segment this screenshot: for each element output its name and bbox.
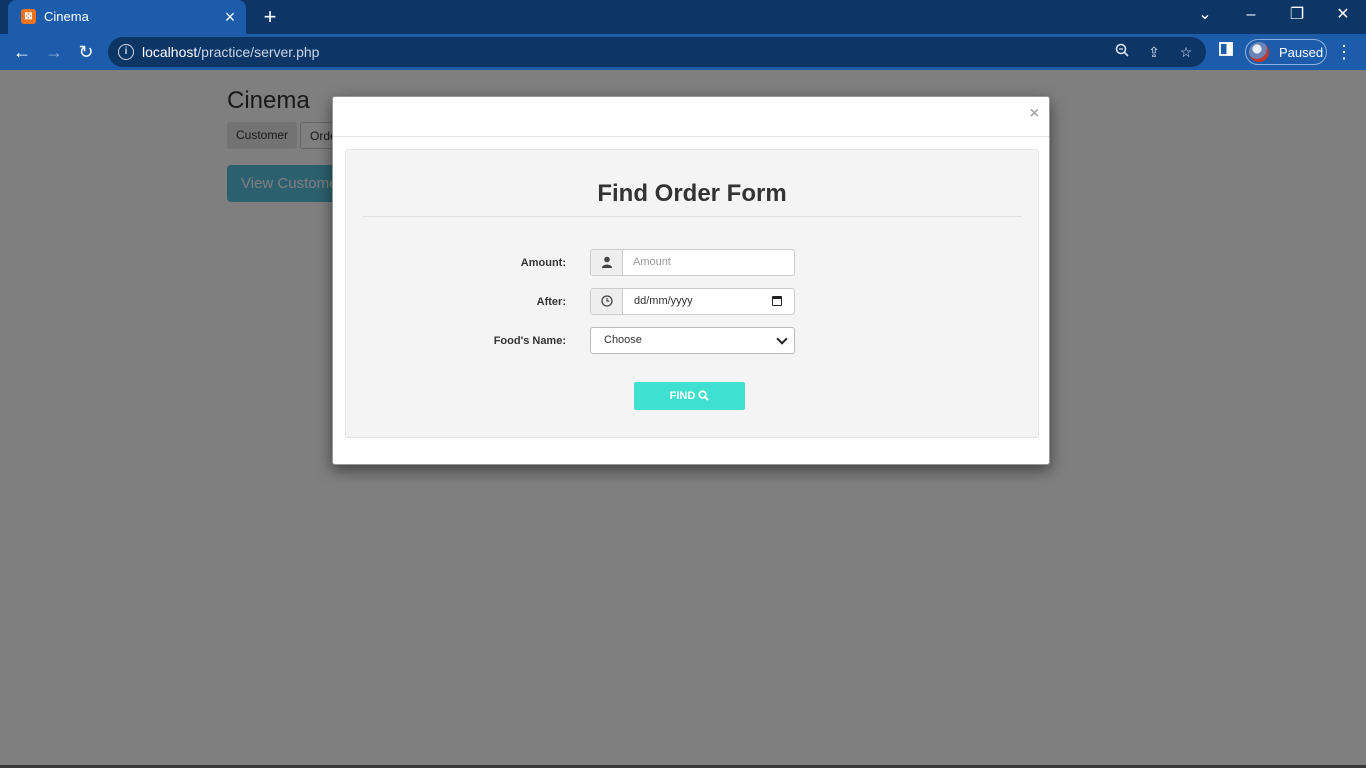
new-tab-icon[interactable]: + [258,5,282,29]
amount-label: Amount: [520,257,566,269]
browser-menu-icon[interactable]: ⋮ [1334,38,1354,66]
side-panel-icon[interactable] [1216,42,1236,62]
reload-icon[interactable]: ↻ [72,38,100,66]
restore-icon[interactable]: ❐ [1274,0,1320,30]
avatar [1249,42,1269,62]
forward-icon[interactable]: → [40,38,68,66]
bookmark-star-icon[interactable]: ☆ [1176,42,1196,62]
after-date-field[interactable]: dd/mm/yyyy [590,288,795,315]
find-button-label: FIND [669,390,696,402]
after-date-input[interactable]: dd/mm/yyyy [634,295,693,307]
food-name-selected: Choose [604,334,642,346]
browser-toolbar: ← → ↻ i localhost/practice/server.php ⇪ … [0,34,1366,70]
user-icon [591,250,623,275]
xampp-icon: ⊠ [21,9,36,24]
form-title: Find Order Form [597,180,787,207]
tab-search-chevron-icon[interactable]: ⌄ [1182,0,1228,30]
profile-status: Paused [1279,45,1324,60]
find-order-modal: × Find Order Form Amount: Amount After: … [332,96,1050,465]
after-label: After: [536,296,566,308]
tab-title: Cinema [44,9,89,24]
modal-close-button[interactable]: × [1030,105,1039,123]
find-order-form: Find Order Form Amount: Amount After: dd… [345,149,1039,438]
browser-tab-cinema[interactable]: ⊠ Cinema × [8,0,246,34]
minimize-icon[interactable]: – [1228,0,1274,30]
close-tab-icon[interactable]: × [220,7,240,27]
site-info-icon[interactable]: i [118,44,134,60]
close-window-icon[interactable]: ✕ [1320,0,1366,30]
clock-icon [591,289,623,314]
url-text[interactable]: localhost/practice/server.php [142,44,319,60]
amount-field[interactable]: Amount [590,249,795,276]
chevron-down-icon [776,333,788,345]
modal-header: × [333,97,1049,137]
address-bar[interactable]: i localhost/practice/server.php ⇪ ☆ [108,37,1206,67]
form-divider [363,216,1022,217]
share-icon[interactable]: ⇪ [1144,42,1164,62]
zoom-icon[interactable] [1112,42,1132,62]
tab-strip: ⊠ Cinema × + ⌄ – ❐ ✕ [0,0,1366,34]
find-button[interactable]: FIND [634,382,745,410]
food-name-select[interactable]: Choose [590,327,795,354]
search-icon [698,390,710,401]
back-icon[interactable]: ← [8,38,36,66]
food-name-label: Food's Name: [493,335,566,347]
calendar-icon[interactable] [772,296,782,306]
profile-button[interactable]: Paused [1245,39,1327,65]
amount-input[interactable]: Amount [633,256,671,268]
